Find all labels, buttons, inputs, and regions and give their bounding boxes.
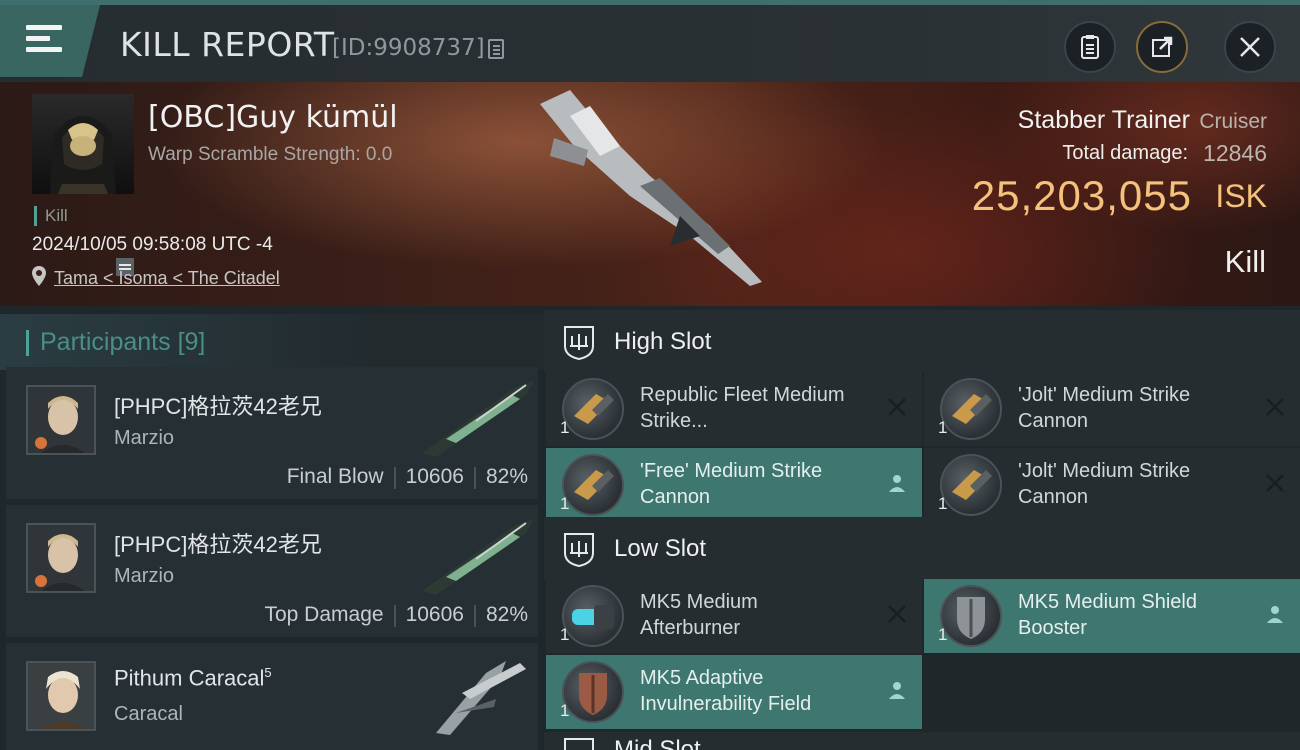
destroyed-x-icon	[888, 605, 906, 623]
module-item[interactable]: 1 'Free' Medium Strike Cannon	[546, 448, 922, 522]
pin-icon	[32, 266, 46, 286]
module-name: 'Jolt' Medium Strike Cannon	[1018, 384, 1191, 432]
close-button[interactable]	[1224, 21, 1276, 73]
kill-result: Kill	[1224, 244, 1266, 279]
participant-row[interactable]: [PHPC]格拉茨42老兄 Marzio Final Blow 10606 82…	[6, 367, 538, 499]
participant-name: [PHPC]格拉茨42老兄	[114, 532, 322, 557]
avatar	[26, 523, 96, 593]
participant-superscript: 5	[264, 665, 272, 680]
low-slot-title: Low Slot	[614, 535, 707, 562]
module-qty: 1	[560, 701, 570, 720]
participant-ship-image	[422, 381, 534, 457]
module-qty: 1	[938, 494, 948, 513]
participant-row[interactable]: Pithum Caracal5 Caracal	[6, 643, 538, 750]
mid-slot-header: Mid Slot	[544, 732, 1300, 750]
participant-role: Top Damage	[264, 603, 384, 626]
module-item[interactable]: 1 MK5 Medium Afterburner	[546, 579, 922, 653]
module-item[interactable]: 1 MK5 Adaptive Invulnerability Field	[546, 655, 922, 729]
fitting-panel: High Slot 1 Republic Fleet Medium Strike…	[544, 306, 1300, 750]
module-name: Republic Fleet Medium Strike...	[640, 384, 845, 432]
kill-type-tag: Kill	[34, 206, 68, 226]
high-slot-title: High Slot	[614, 328, 712, 355]
participant-damage: 10606	[405, 603, 464, 626]
participants-title: Participants	[40, 328, 171, 356]
victim-ship-name: Stabber Trainer	[1017, 106, 1190, 134]
victim-ship-image	[540, 90, 762, 286]
participant-percent: 82%	[485, 603, 528, 626]
kill-summary-banner: [OBC]Guy kümül Warp Scramble Strength: 0…	[0, 82, 1300, 306]
module-name: 'Free' Medium Strike Cannon	[640, 460, 823, 508]
participants-panel: Participants [9] [PHPC]格拉茨42老兄 Marzio Fi…	[0, 306, 544, 750]
victim-name[interactable]: [OBC]Guy kümül	[148, 100, 398, 135]
slot-icon	[564, 533, 594, 567]
module-item[interactable]: 1 Republic Fleet Medium Strike...	[546, 372, 922, 446]
module-icon	[562, 661, 624, 723]
close-icon	[1240, 37, 1260, 57]
low-slot-header: Low Slot	[544, 517, 1300, 579]
participant-ship: Marzio	[114, 427, 175, 449]
module-icon	[562, 454, 624, 516]
header-bar: KILL REPORT [ID:9908737]	[0, 0, 1300, 82]
participant-row[interactable]: [PHPC]格拉茨42老兄 Marzio Top Damage 10606 82…	[6, 505, 538, 637]
module-name: MK5 Medium Afterburner	[640, 591, 758, 639]
module-icon	[562, 378, 624, 440]
participant-ship-image	[422, 519, 534, 595]
dropped-person-icon	[889, 475, 905, 492]
participant-role: Final Blow	[286, 465, 384, 488]
participant-percent: 82%	[485, 465, 528, 488]
module-qty: 1	[560, 494, 570, 513]
avatar	[26, 661, 96, 731]
participants-header: Participants [9]	[0, 314, 544, 370]
participant-damage: 10606	[405, 465, 464, 488]
total-damage-value: 12846	[1203, 140, 1267, 166]
slot-icon	[564, 738, 594, 750]
destroyed-x-icon	[1266, 474, 1284, 492]
destroyed-x-icon	[1266, 398, 1284, 416]
victim-portrait[interactable]	[32, 94, 134, 194]
dropped-person-icon	[889, 682, 905, 699]
location-link[interactable]: Tama < Isoma < The Citadel	[54, 268, 280, 289]
participant-ship: Marzio	[114, 565, 175, 587]
module-name: 'Jolt' Medium Strike Cannon	[1018, 460, 1191, 508]
module-qty: 1	[560, 625, 570, 644]
mid-slot-title: Mid Slot	[614, 736, 701, 750]
module-icon	[940, 585, 1002, 647]
isk-unit: ISK	[1215, 178, 1267, 214]
participant-ship-image	[436, 661, 526, 735]
share-button[interactable]	[1136, 21, 1188, 73]
module-qty: 1	[560, 418, 570, 437]
report-id: [ID:9908737]	[332, 35, 485, 61]
module-qty: 1	[938, 625, 948, 644]
module-name: MK5 Medium Shield Booster	[1018, 591, 1197, 639]
warp-scramble-strength: Warp Scramble Strength: 0.0	[148, 144, 393, 165]
participant-name: Pithum Caracal	[114, 665, 265, 691]
module-item[interactable]: 1 'Jolt' Medium Strike Cannon	[924, 448, 1300, 522]
clipboard-icon	[1081, 35, 1099, 59]
module-item[interactable]: 1 'Jolt' Medium Strike Cannon	[924, 372, 1300, 446]
module-icon	[940, 454, 1002, 516]
menu-button[interactable]	[0, 5, 100, 77]
destroyed-x-icon	[888, 398, 906, 416]
module-name: MK5 Adaptive Invulnerability Field	[640, 667, 812, 715]
dropped-person-icon	[1267, 606, 1283, 623]
module-icon	[562, 585, 624, 647]
share-icon	[1152, 36, 1173, 57]
copy-icon[interactable]	[488, 39, 504, 59]
module-qty: 1	[938, 418, 948, 437]
isk-value: 25,203,055	[971, 172, 1192, 219]
page-title: KILL REPORT	[120, 25, 335, 64]
participants-count: [9]	[177, 328, 206, 356]
kill-datetime: 2024/10/05 09:58:08 UTC -4	[32, 234, 273, 255]
victim-ship-class: Cruiser	[1199, 110, 1267, 133]
participant-ship: Caracal	[114, 703, 183, 725]
module-item[interactable]: 1 MK5 Medium Shield Booster	[924, 579, 1300, 653]
avatar	[26, 385, 96, 455]
clipboard-button[interactable]	[1064, 21, 1116, 73]
slot-icon	[564, 326, 594, 360]
module-icon	[940, 378, 1002, 440]
menu-icon	[26, 25, 62, 53]
total-damage-label: Total damage:	[1062, 142, 1188, 164]
high-slot-header: High Slot	[544, 310, 1300, 372]
participant-name: [PHPC]格拉茨42老兄	[114, 394, 322, 419]
